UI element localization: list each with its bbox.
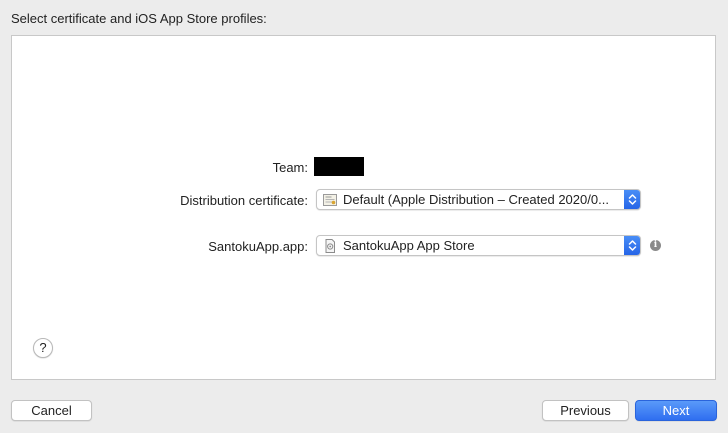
next-button[interactable]: Next	[635, 400, 717, 421]
certificate-label: Distribution certificate:	[180, 193, 308, 208]
chevron-updown-icon	[628, 240, 637, 251]
chevron-updown-icon	[628, 194, 637, 205]
profile-popup-stepper[interactable]	[624, 236, 640, 255]
info-icon[interactable]: i	[650, 240, 661, 251]
provisioning-profile-icon	[325, 238, 335, 253]
previous-button[interactable]: Previous	[542, 400, 629, 421]
certificate-popup-stepper[interactable]	[624, 190, 640, 209]
profile-selected-value: SantokuApp App Store	[343, 238, 475, 253]
certificate-selected-value: Default (Apple Distribution – Created 20…	[343, 192, 609, 207]
profile-popup[interactable]: SantokuApp App Store	[316, 235, 641, 256]
certificate-icon	[323, 193, 337, 206]
cancel-button[interactable]: Cancel	[11, 400, 92, 421]
help-button[interactable]: ?	[33, 338, 53, 358]
team-label: Team:	[272, 160, 308, 175]
team-value-redacted	[314, 157, 364, 176]
signing-panel: Team: Distribution certificate: Default …	[11, 35, 716, 380]
certificate-popup[interactable]: Default (Apple Distribution – Created 20…	[316, 189, 641, 210]
profile-label: SantokuApp.app:	[208, 239, 308, 254]
page-heading: Select certificate and iOS App Store pro…	[11, 11, 267, 26]
